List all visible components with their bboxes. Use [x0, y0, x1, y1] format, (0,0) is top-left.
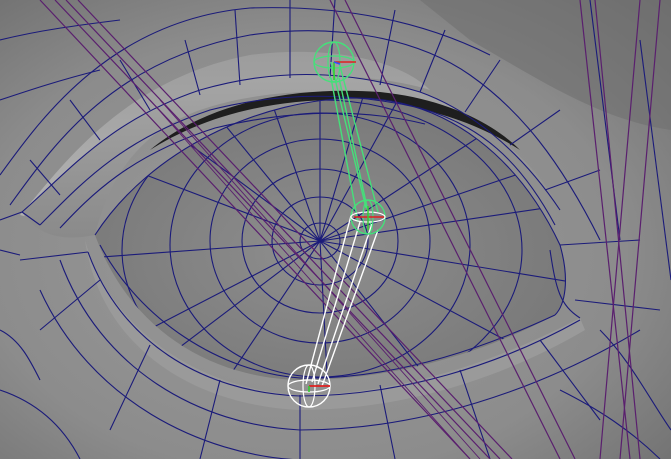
viewport-canvas[interactable]: [0, 0, 671, 459]
3d-viewport[interactable]: [0, 0, 671, 459]
